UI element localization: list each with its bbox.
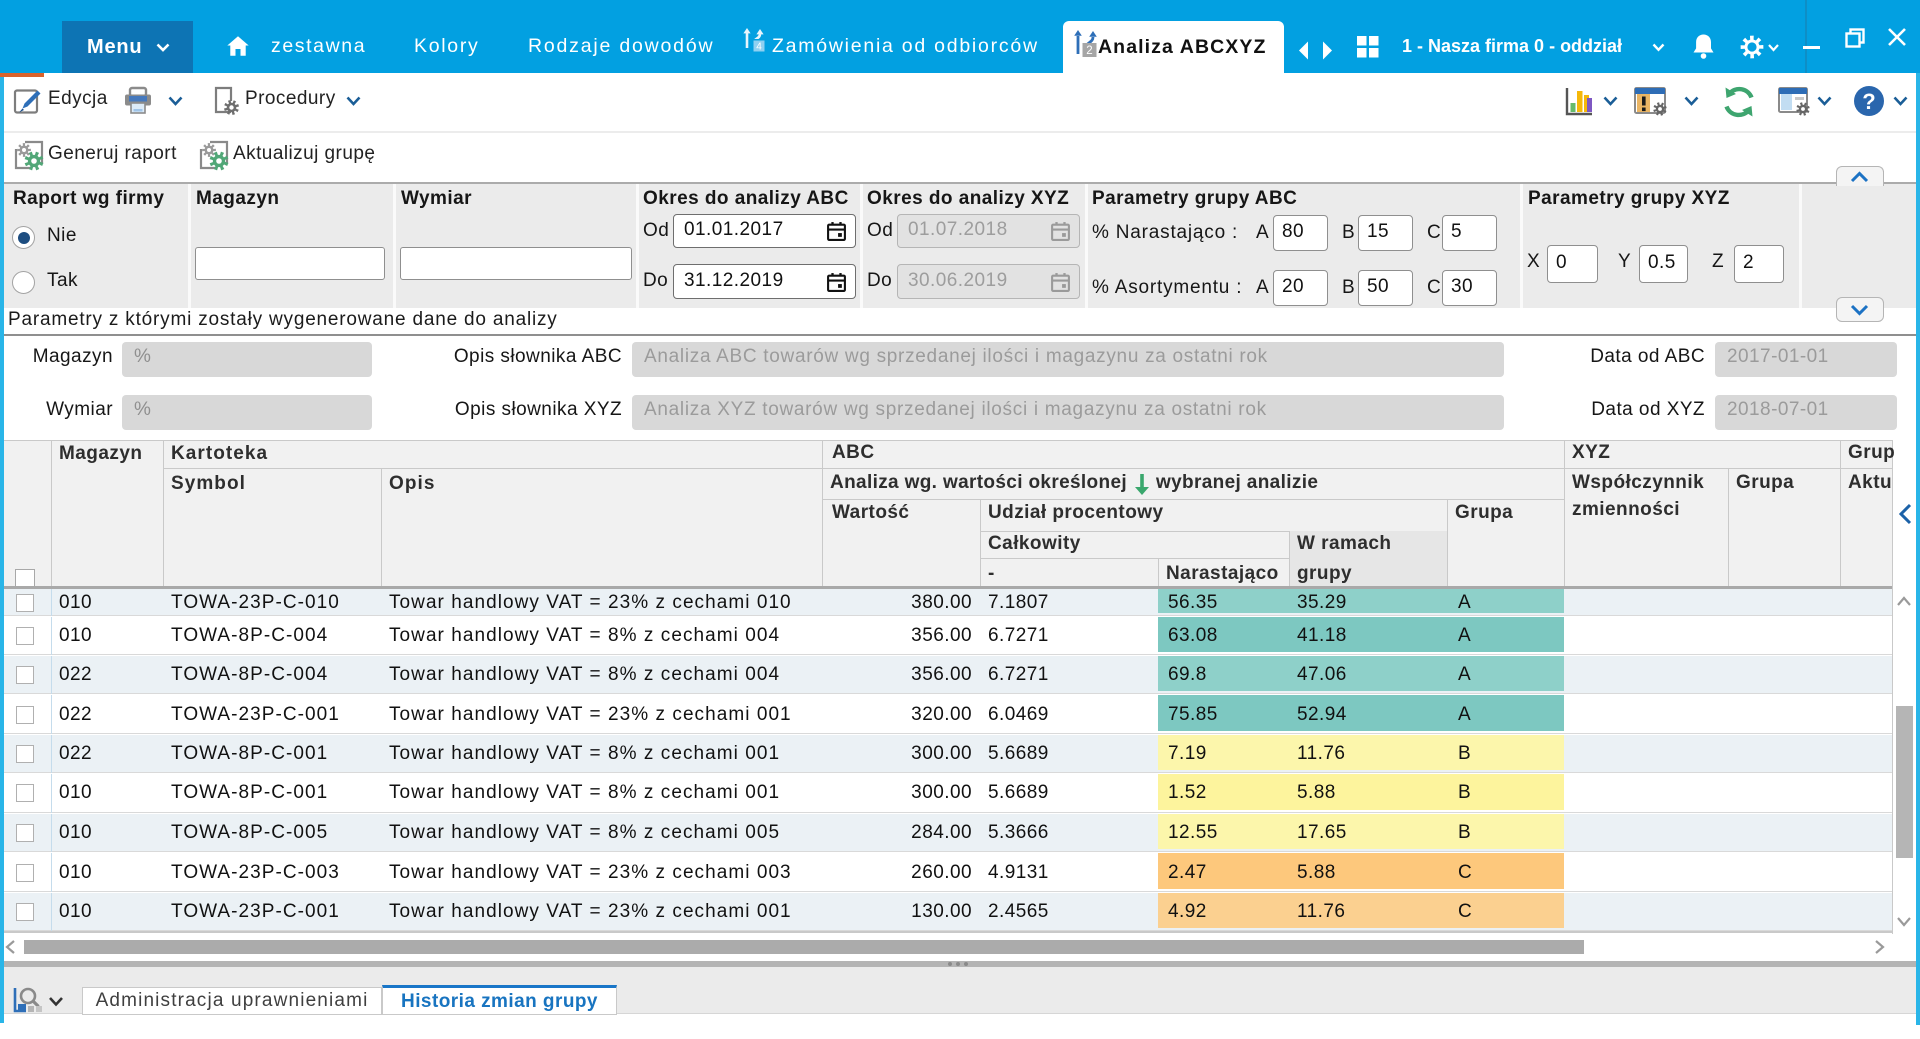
svg-text:4: 4	[756, 42, 762, 53]
svg-text:2: 2	[1086, 45, 1092, 57]
svg-text:?: ?	[1862, 89, 1875, 114]
